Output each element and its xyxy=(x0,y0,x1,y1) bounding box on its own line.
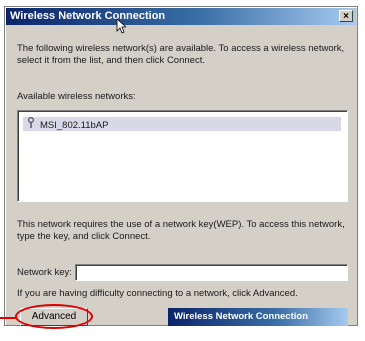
wep-key-instructions: This network requires the use of a netwo… xyxy=(17,219,345,242)
wireless-network-dialog: Wireless Network Connection × The follow… xyxy=(4,6,358,326)
network-name: MSI_802.11bAP xyxy=(40,120,109,131)
callout-pointer-line xyxy=(0,317,16,319)
close-button[interactable]: × xyxy=(339,10,353,22)
network-list[interactable]: MSI_802.11bAP xyxy=(17,110,348,202)
network-list-item[interactable]: MSI_802.11bAP xyxy=(23,116,341,133)
available-networks-label: Available wireless networks: xyxy=(17,91,136,102)
close-icon: × xyxy=(343,11,349,22)
mouse-cursor-icon xyxy=(116,18,126,34)
screenshot-stage: Wireless Network Connection × The follow… xyxy=(0,0,365,341)
troubleshoot-text: If you are having difficulty connecting … xyxy=(17,288,298,299)
dialog-title: Wireless Network Connection xyxy=(10,10,166,22)
intro-text: The following wireless network(s) are av… xyxy=(17,43,345,66)
dialog-titlebar[interactable]: Wireless Network Connection × xyxy=(6,8,356,25)
advanced-button[interactable]: Advanced xyxy=(20,308,88,326)
network-key-label: Network key: xyxy=(17,267,72,278)
antenna-icon xyxy=(25,116,37,133)
network-key-input[interactable] xyxy=(75,264,348,281)
taskbar-item[interactable]: Wireless Network Connection xyxy=(168,308,348,326)
